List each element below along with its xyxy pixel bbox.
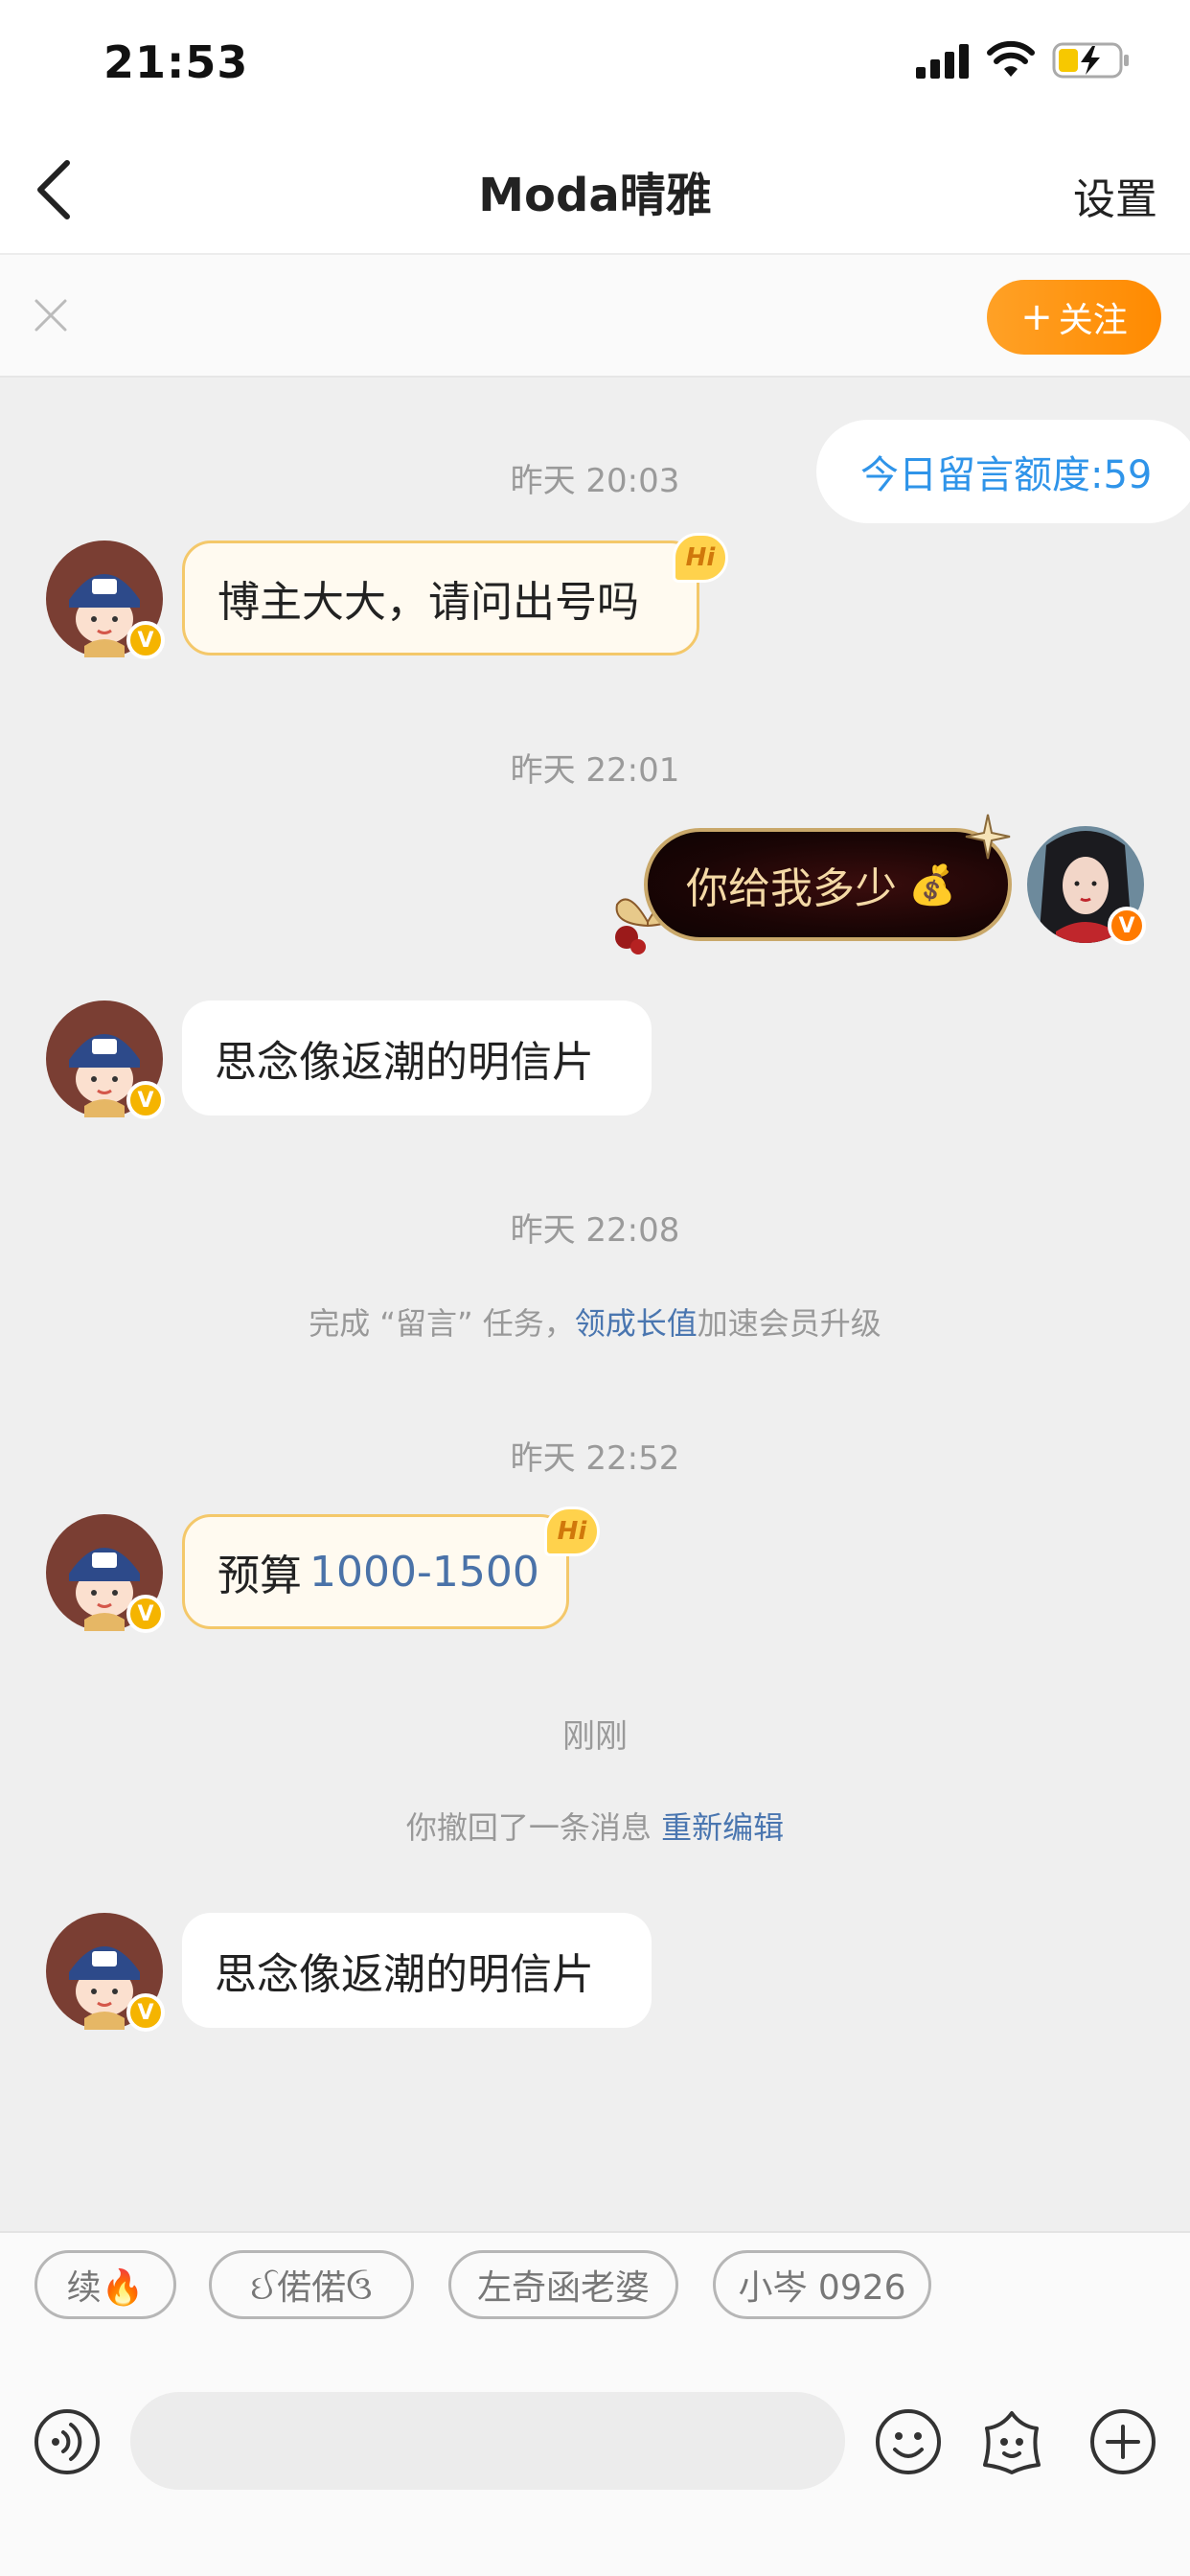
quick-reply-chip[interactable]: 小岑 0926 bbox=[713, 2250, 931, 2319]
message-text: 你给我多少 bbox=[686, 864, 897, 913]
plus-icon: + bbox=[1020, 295, 1053, 339]
message-text: 思念像返潮的明信片 bbox=[215, 1038, 594, 1087]
message-text: 预算 bbox=[217, 1552, 302, 1600]
recall-notice: 你撤回了一条消息 重新编辑 bbox=[0, 1804, 1190, 1848]
hi-badge: Hi bbox=[544, 1506, 600, 1556]
verified-badge: V bbox=[1108, 907, 1146, 945]
timestamp: 刚刚 bbox=[562, 1717, 628, 1756]
verified-badge: V bbox=[126, 1993, 165, 2032]
settings-button[interactable]: 设置 bbox=[1073, 165, 1157, 226]
message-bubble[interactable]: 思念像返潮的明信片 bbox=[182, 1913, 652, 2028]
notice-prefix: 完成 “留言” 任务， bbox=[309, 1305, 575, 1342]
my-avatar[interactable]: V bbox=[1027, 826, 1146, 945]
sticker-icon[interactable] bbox=[977, 2407, 1046, 2476]
message-bubble[interactable]: 博主大大，请问出号吗 bbox=[182, 540, 699, 656]
quick-reply-chip[interactable]: ઈ偌偌ઉ bbox=[209, 2250, 414, 2319]
close-icon[interactable] bbox=[33, 297, 69, 334]
status-time: 21:53 bbox=[103, 36, 249, 88]
money-bag-icon: 💰 bbox=[908, 862, 956, 908]
message-bubble[interactable]: 思念像返潮的明信片 bbox=[182, 1000, 652, 1116]
timestamp: 昨天 20:03 bbox=[510, 462, 680, 500]
signal-icon bbox=[916, 44, 969, 79]
quick-reply-bar: 续🔥 ઈ偌偌ઉ 左奇函老婆 小岑 0926 bbox=[0, 2231, 1190, 2352]
timestamp: 昨天 22:08 bbox=[510, 1211, 680, 1250]
battery-charging-icon bbox=[1052, 42, 1129, 79]
follow-bar: + 关注 bbox=[0, 253, 1190, 378]
hi-badge: Hi bbox=[673, 533, 728, 583]
re-edit-link[interactable]: 重新编辑 bbox=[661, 1809, 784, 1846]
top-area: 21:53 Moda晴雅 设置 bbox=[0, 0, 1190, 253]
chat-area[interactable]: 今日留言额度:59 昨天 20:03 V 博主大大，请问出号吗 Hi 昨天 22… bbox=[0, 378, 1190, 2231]
notice-suffix: 加速会员升级 bbox=[697, 1305, 881, 1342]
message-input[interactable] bbox=[130, 2392, 845, 2490]
avatar[interactable]: V bbox=[46, 1514, 165, 1633]
message-text: 博主大大，请问出号吗 bbox=[217, 578, 639, 627]
avatar[interactable]: V bbox=[46, 1913, 165, 2032]
page-title: Moda晴雅 bbox=[478, 169, 712, 222]
growth-value-link[interactable]: 领成长值 bbox=[575, 1305, 698, 1342]
avatar[interactable]: V bbox=[46, 540, 165, 659]
verified-badge: V bbox=[126, 1595, 165, 1633]
quick-reply-chip[interactable]: 续🔥 bbox=[34, 2250, 176, 2319]
avatar[interactable]: V bbox=[46, 1000, 165, 1119]
task-notice: 完成 “留言” 任务，领成长值加速会员升级 bbox=[0, 1300, 1190, 1344]
wifi-icon bbox=[987, 40, 1035, 77]
sparkle-icon bbox=[965, 814, 1011, 860]
input-bar bbox=[0, 2352, 1190, 2576]
timestamp: 昨天 22:52 bbox=[510, 1439, 680, 1478]
verified-badge: V bbox=[126, 1081, 165, 1119]
message-bubble[interactable]: 你给我多少 💰 bbox=[644, 828, 1012, 941]
add-icon[interactable] bbox=[1088, 2407, 1157, 2476]
timestamp: 昨天 22:01 bbox=[510, 751, 680, 790]
emoji-icon[interactable] bbox=[874, 2407, 943, 2476]
budget-value: 1000-1500 bbox=[309, 1547, 539, 1597]
message-bubble[interactable]: 预算 1000-1500 bbox=[182, 1514, 569, 1629]
voice-icon[interactable] bbox=[33, 2407, 102, 2476]
quick-reply-chip[interactable]: 左奇函老婆 bbox=[448, 2250, 678, 2319]
notice-prefix: 你撤回了一条消息 bbox=[405, 1809, 662, 1846]
message-text: 思念像返潮的明信片 bbox=[215, 1950, 594, 1999]
follow-label: 关注 bbox=[1058, 301, 1128, 340]
verified-badge: V bbox=[126, 621, 165, 659]
follow-button[interactable]: + 关注 bbox=[987, 280, 1161, 355]
